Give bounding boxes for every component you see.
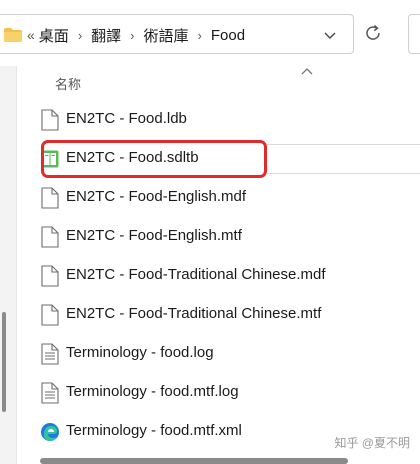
- vertical-scrollbar-thumb[interactable]: [2, 312, 6, 412]
- text-document-icon: [41, 382, 59, 404]
- edge-icon: [41, 423, 59, 441]
- file-name: Terminology - food.mtf.xml: [66, 422, 242, 439]
- termbase-icon: [41, 150, 59, 168]
- chevron-down-icon[interactable]: [322, 27, 338, 43]
- row-selection-band: [267, 144, 420, 174]
- refresh-button[interactable]: [362, 22, 388, 48]
- file-row[interactable]: Terminology - food.log: [17, 334, 420, 373]
- breadcrumb-overflow[interactable]: «: [27, 27, 35, 43]
- sort-ascending-icon: [301, 68, 313, 75]
- column-header: 名称: [17, 66, 420, 100]
- breadcrumb-item-food[interactable]: Food: [211, 27, 245, 44]
- file-name: EN2TC - Food.sdltb: [66, 149, 199, 166]
- search-box-edge[interactable]: [408, 14, 420, 54]
- document-icon: [41, 226, 59, 248]
- file-row[interactable]: EN2TC - Food-English.mtf: [17, 217, 420, 256]
- document-icon: [41, 109, 59, 131]
- address-bar-row: « 桌面 › 翻譯 › 術語庫 › Food: [0, 0, 420, 66]
- file-name: Terminology - food.log: [66, 344, 214, 361]
- column-header-name[interactable]: 名称: [55, 74, 81, 93]
- file-row[interactable]: EN2TC - Food-Traditional Chinese.mdf: [17, 256, 420, 295]
- document-icon: [41, 304, 59, 326]
- breadcrumb-separator[interactable]: ›: [198, 28, 202, 43]
- file-row[interactable]: EN2TC - Food-Traditional Chinese.mtf: [17, 295, 420, 334]
- file-name: Terminology - food.mtf.log: [66, 383, 239, 400]
- address-bar[interactable]: « 桌面 › 翻譯 › 術語庫 › Food: [0, 14, 354, 54]
- file-name: EN2TC - Food-Traditional Chinese.mdf: [66, 266, 326, 283]
- folder-icon: [4, 28, 22, 42]
- file-name: EN2TC - Food.ldb: [66, 110, 187, 127]
- file-name: EN2TC - Food-Traditional Chinese.mtf: [66, 305, 322, 322]
- file-row[interactable]: EN2TC - Food.ldb: [17, 100, 420, 139]
- navigation-pane: [0, 66, 17, 464]
- file-row[interactable]: Terminology - food.mtf.log: [17, 373, 420, 412]
- breadcrumb-item-desktop[interactable]: 桌面: [39, 25, 69, 46]
- file-row[interactable]: EN2TC - Food-English.mdf: [17, 178, 420, 217]
- watermark: 知乎 @夏不明: [334, 436, 410, 450]
- document-icon: [41, 265, 59, 287]
- breadcrumb: « 桌面 › 翻譯 › 術語庫 › Food: [27, 24, 245, 46]
- breadcrumb-item-translate[interactable]: 翻譯: [91, 25, 121, 46]
- document-icon: [41, 187, 59, 209]
- refresh-icon: [366, 24, 380, 40]
- file-name: EN2TC - Food-English.mtf: [66, 227, 242, 244]
- breadcrumb-item-termbase[interactable]: 術語庫: [144, 25, 189, 46]
- horizontal-scrollbar-thumb[interactable]: [40, 458, 348, 464]
- breadcrumb-separator[interactable]: ›: [130, 28, 134, 43]
- file-name: EN2TC - Food-English.mdf: [66, 188, 247, 205]
- text-document-icon: [41, 343, 59, 365]
- breadcrumb-separator[interactable]: ›: [78, 28, 82, 43]
